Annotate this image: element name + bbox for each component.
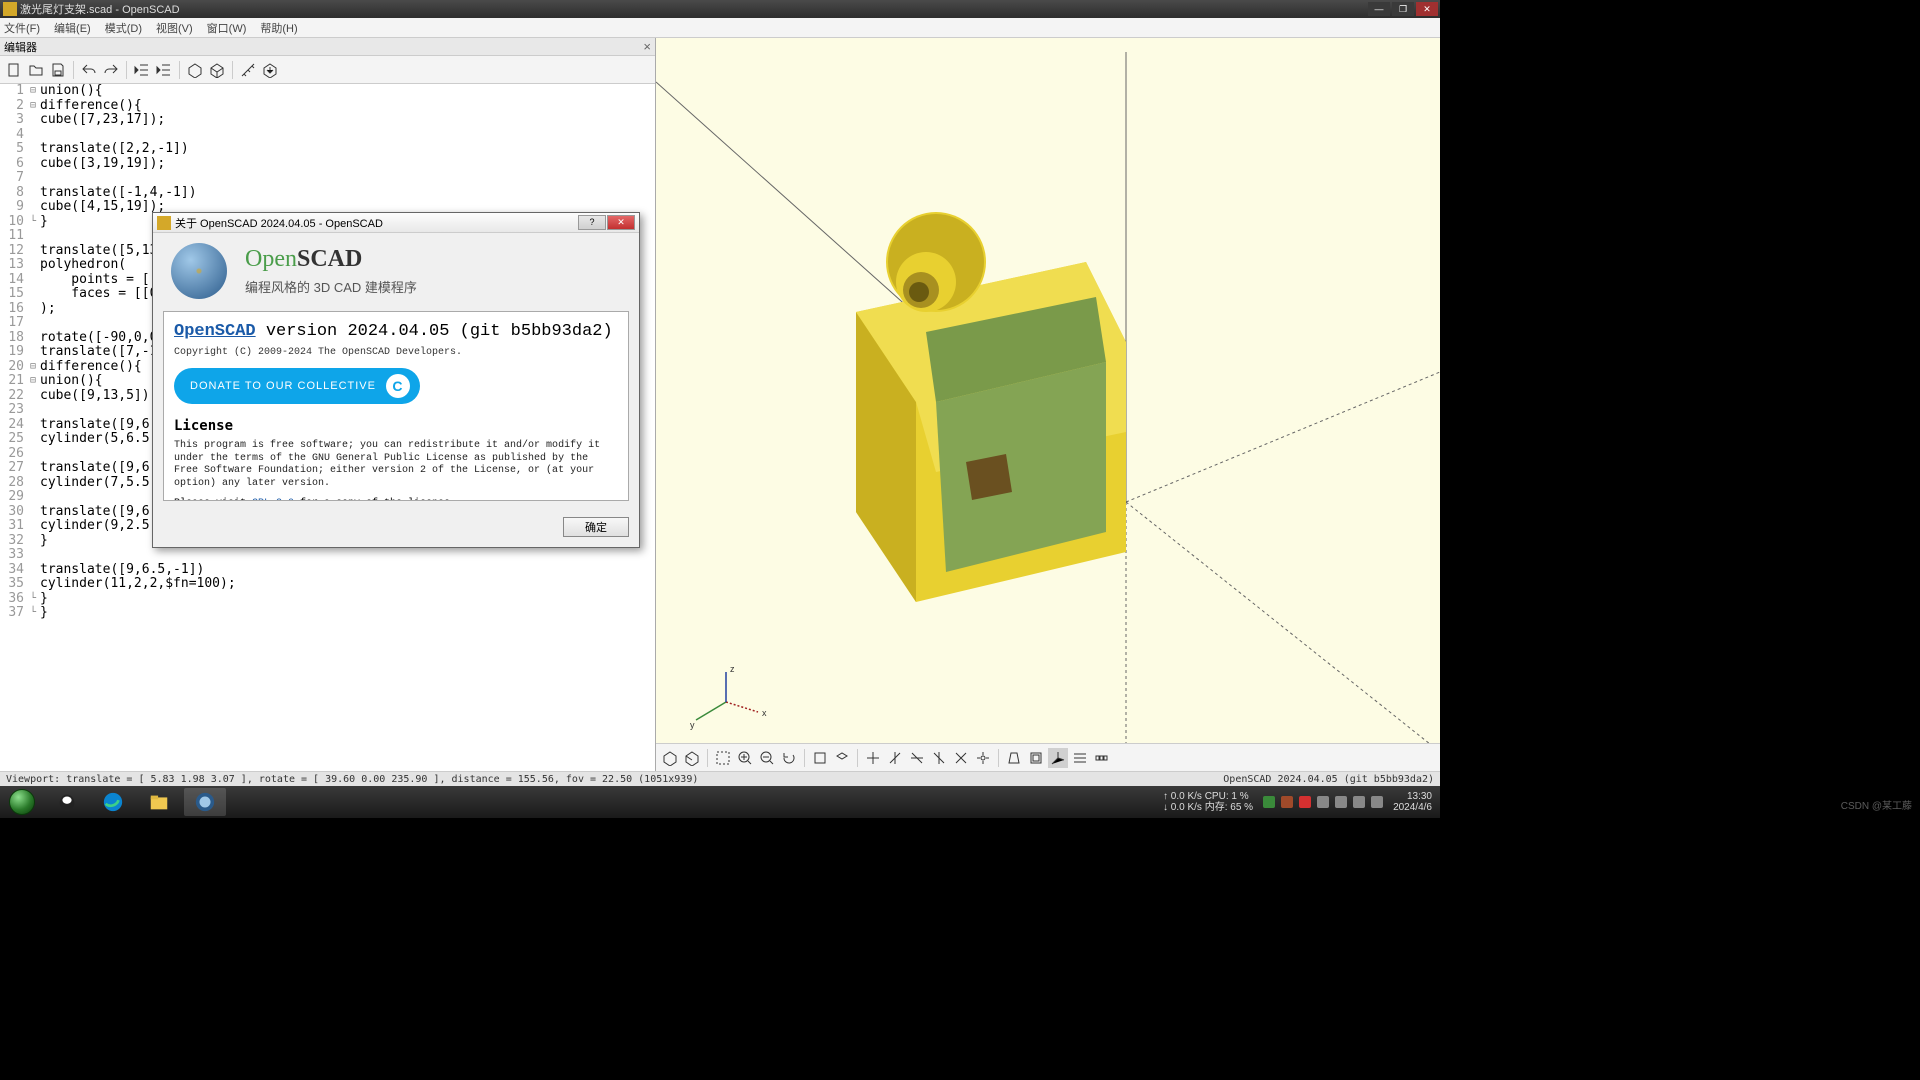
editor-close-button[interactable]: × — [643, 39, 651, 54]
task-explorer[interactable] — [138, 788, 180, 816]
menu-window[interactable]: 窗口(W) — [207, 20, 247, 36]
vp-axis3-icon[interactable] — [907, 748, 927, 768]
viewport-3d[interactable]: y x z — [656, 38, 1440, 771]
menu-view[interactable]: 视图(V) — [156, 20, 193, 36]
dialog-close-button[interactable]: ✕ — [607, 215, 635, 230]
openscad-app: 激光尾灯支架.scad - OpenSCAD — ❐ ✕ 文件(F) 编辑(E)… — [0, 0, 1440, 818]
vp-showaxes-icon[interactable] — [1048, 748, 1068, 768]
vp-top-icon[interactable] — [832, 748, 852, 768]
app-icon — [3, 2, 17, 16]
menu-mode[interactable]: 模式(D) — [105, 20, 142, 36]
black-right — [1440, 0, 1920, 818]
vp-axis4-icon[interactable] — [929, 748, 949, 768]
window-title: 激光尾灯支架.scad - OpenSCAD — [20, 1, 1368, 17]
statusbar: Viewport: translate = [ 5.83 1.98 3.07 ]… — [0, 771, 1440, 787]
about-content: OpenSCAD version 2024.04.05 (git b5bb93d… — [163, 311, 629, 501]
menu-help[interactable]: 帮助(H) — [260, 20, 297, 36]
tray-icon[interactable] — [1263, 796, 1275, 808]
editor-title: 编辑器 — [4, 39, 37, 55]
dialog-help-button[interactable]: ? — [578, 215, 606, 230]
svg-text:z: z — [730, 664, 735, 674]
svg-text:x: x — [762, 708, 767, 718]
viewport-toolbar — [656, 743, 1440, 771]
vp-zoomin-icon[interactable] — [735, 748, 755, 768]
vp-diag-icon[interactable] — [951, 748, 971, 768]
status-right: OpenSCAD 2024.04.05 (git b5bb93da2) — [1223, 774, 1434, 785]
svg-text:y: y — [690, 720, 695, 730]
vp-axis2-icon[interactable] — [885, 748, 905, 768]
task-qq[interactable] — [46, 788, 88, 816]
render-icon[interactable] — [207, 60, 227, 80]
undo-icon[interactable] — [79, 60, 99, 80]
clock[interactable]: 13:30 2024/4/6 — [1393, 791, 1432, 814]
menu-file[interactable]: 文件(F) — [4, 20, 40, 36]
task-edge[interactable] — [92, 788, 134, 816]
license-text: This program is free software; you can r… — [174, 440, 618, 490]
vp-center-icon[interactable] — [973, 748, 993, 768]
axis-widget: y x z — [690, 664, 767, 730]
ok-button[interactable]: 确定 — [563, 517, 629, 537]
dialog-icon — [157, 216, 171, 230]
vp-viewall-icon[interactable] — [713, 748, 733, 768]
open-icon[interactable] — [26, 60, 46, 80]
windows-orb-icon — [9, 789, 35, 815]
tray-icon[interactable] — [1317, 796, 1329, 808]
menu-edit[interactable]: 编辑(E) — [54, 20, 91, 36]
vp-ortho-icon[interactable] — [1026, 748, 1046, 768]
editor-toolbar — [0, 56, 655, 84]
new-icon[interactable] — [4, 60, 24, 80]
preview-icon[interactable] — [185, 60, 205, 80]
about-brand: OpenSCAD — [245, 246, 417, 273]
status-left: Viewport: translate = [ 5.83 1.98 3.07 ]… — [6, 774, 698, 785]
maximize-button[interactable]: ❐ — [1392, 2, 1414, 16]
minimize-button[interactable]: — — [1368, 2, 1390, 16]
dialog-title: 关于 OpenSCAD 2024.04.05 - OpenSCAD — [175, 215, 578, 231]
about-version: OpenSCAD version 2024.04.05 (git b5bb93d… — [174, 322, 618, 341]
tray-icon[interactable] — [1299, 796, 1311, 808]
vp-preview-icon[interactable] — [660, 748, 680, 768]
menubar: 文件(F) 编辑(E) 模式(D) 视图(V) 窗口(W) 帮助(H) — [0, 18, 1440, 38]
license-heading: License — [174, 418, 618, 434]
vp-showscale-icon[interactable] — [1092, 748, 1112, 768]
black-bottom — [0, 818, 1920, 1080]
vp-render-icon[interactable] — [682, 748, 702, 768]
titlebar: 激光尾灯支架.scad - OpenSCAD — ❐ ✕ — [0, 0, 1440, 18]
tray-icon[interactable] — [1281, 796, 1293, 808]
task-openscad[interactable] — [184, 788, 226, 816]
openscad-link[interactable]: OpenSCAD — [174, 322, 256, 341]
about-subtitle: 编程风格的 3D CAD 建模程序 — [245, 277, 417, 296]
vp-right-icon[interactable] — [810, 748, 830, 768]
about-dialog: 关于 OpenSCAD 2024.04.05 - OpenSCAD ? ✕ Op… — [152, 212, 640, 548]
measure-icon[interactable] — [238, 60, 258, 80]
donate-circle-icon: C — [386, 374, 410, 398]
tray-volume-icon[interactable] — [1371, 796, 1383, 808]
tray-network-icon[interactable] — [1353, 796, 1365, 808]
taskbar: ↑ 0.0 K/s CPU: 1 % ↓ 0.0 K/s 内存: 65 % 13… — [0, 786, 1440, 818]
tray-icon[interactable] — [1335, 796, 1347, 808]
model-3d — [856, 212, 1126, 602]
unindent-icon[interactable] — [132, 60, 152, 80]
vp-reset-icon[interactable] — [779, 748, 799, 768]
openscad-logo-icon — [171, 243, 227, 299]
gpl-link[interactable]: GPL 2.0 — [252, 498, 294, 501]
tray[interactable] — [1263, 796, 1383, 808]
close-button[interactable]: ✕ — [1416, 2, 1438, 16]
redo-icon[interactable] — [101, 60, 121, 80]
vp-axis1-icon[interactable] — [863, 748, 883, 768]
license-visit: Please visit GPL 2.0 for a copy of the l… — [174, 498, 618, 501]
export-icon[interactable] — [260, 60, 280, 80]
vp-showedges-icon[interactable] — [1070, 748, 1090, 768]
about-copyright: Copyright (C) 2009-2024 The OpenSCAD Dev… — [174, 347, 618, 358]
net-stats: ↑ 0.0 K/s CPU: 1 % ↓ 0.0 K/s 内存: 65 % — [1163, 791, 1253, 814]
start-button[interactable] — [0, 786, 44, 818]
vp-zoomout-icon[interactable] — [757, 748, 777, 768]
vp-persp-icon[interactable] — [1004, 748, 1024, 768]
indent-icon[interactable] — [154, 60, 174, 80]
donate-button[interactable]: DONATE TO OUR COLLECTIVE C — [174, 368, 420, 404]
save-icon[interactable] — [48, 60, 68, 80]
watermark: CSDN @某工藤 — [1841, 797, 1912, 812]
